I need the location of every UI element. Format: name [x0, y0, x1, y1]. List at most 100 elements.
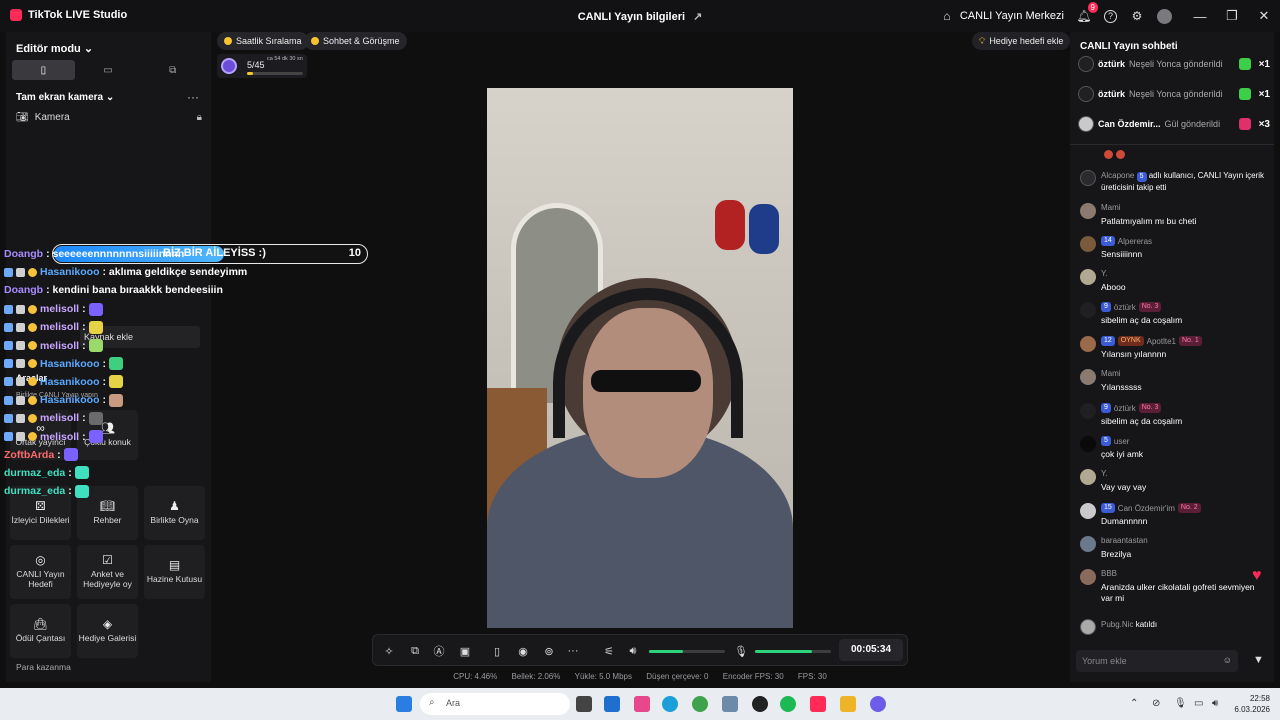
chat-username[interactable]: BBB [1101, 569, 1117, 578]
screen-icon[interactable]: ▣ [457, 643, 473, 659]
task-view-icon[interactable] [576, 696, 592, 712]
overlay-chat-line: melisoll: [4, 339, 103, 352]
discord-icon[interactable] [870, 696, 886, 712]
spotify-icon[interactable] [780, 696, 796, 712]
comment-input[interactable]: Yorum ekle ☺ [1076, 650, 1238, 672]
level-badge: 9 [1101, 302, 1111, 312]
landscape-option[interactable]: ▭ [77, 60, 140, 80]
speaker-icon[interactable]: 🔊︎ [625, 643, 641, 659]
more-icon[interactable]: ··· [565, 643, 581, 659]
chat-username[interactable]: Alcapone [1101, 171, 1134, 180]
gift-goal-chip[interactable]: 💡︎ Hediye hedefi ekle [972, 32, 1071, 50]
microphone-icon[interactable]: 🎙︎ [733, 643, 749, 659]
chat-username[interactable]: Mami [1101, 369, 1121, 378]
chat-username[interactable]: baraantastan [1101, 536, 1148, 545]
share-icon[interactable]: ↗ [693, 11, 702, 23]
system-clock[interactable]: 22:58 6.03.2026 [1234, 693, 1270, 715]
chrome-icon[interactable] [692, 696, 708, 712]
settings-app-icon[interactable] [722, 696, 738, 712]
speaker-volume-slider[interactable] [649, 650, 725, 653]
overlay-username: Hasanikooo [40, 375, 100, 388]
overlay-chat-line: durmaz_eda: [4, 484, 89, 498]
chat-username[interactable]: Can Özdemir'im [1118, 504, 1175, 513]
portrait-option[interactable]: ▯ [12, 60, 75, 80]
start-icon[interactable] [396, 696, 412, 712]
overlay-chat-line: melisoll: [4, 302, 103, 316]
capture-icon[interactable]: ⊚ [541, 643, 557, 659]
editor-mode-dropdown[interactable]: Editör modu ⌄ [16, 42, 93, 55]
banner-count: 10 [348, 247, 361, 259]
outlook-icon[interactable] [604, 696, 620, 712]
effects-icon[interactable]: ⧉ [407, 643, 423, 659]
source-camera[interactable]: 📷︎ Kamera 🔒︎ [16, 112, 202, 123]
preview-sunglasses [591, 370, 701, 392]
user-badge-icon [28, 359, 37, 369]
minimize-button[interactable]: — [1184, 0, 1216, 32]
windows-taskbar: ⌕ Ara ⌃ ⊘ 🎙︎ ▭ 🔊︎ 22:58 6.03.2026 [0, 688, 1280, 720]
tool-button[interactable]: ◈ Hediye Galerisi [77, 604, 138, 658]
hourly-ranking-chip[interactable]: Saatlik Sıralama [217, 32, 309, 50]
volume-icon[interactable]: 🔊︎ [1212, 698, 1218, 709]
dual-option[interactable]: ⧉ [141, 60, 204, 80]
mic-volume-slider[interactable] [755, 650, 831, 653]
maximize-button[interactable]: ❐ [1216, 0, 1248, 32]
profile-button[interactable] [1157, 8, 1172, 24]
tool-label: CANLI Yayın Hedefi [16, 569, 65, 589]
tool-button[interactable]: ▤ Hazine Kutusu [144, 545, 205, 599]
tiktok-app-icon[interactable] [810, 696, 826, 712]
magic-wand-icon[interactable]: ✧ [381, 643, 397, 659]
copilot-icon[interactable] [634, 696, 650, 712]
network-icon[interactable]: ⊘ [1152, 698, 1160, 709]
chat-username[interactable]: Y. [1101, 469, 1108, 478]
gift-gallery-icon: ◈ [102, 617, 113, 631]
more-options-icon[interactable]: ··· [187, 90, 199, 104]
chat-username[interactable]: Pubg.Nic [1101, 620, 1133, 629]
hourly-ranking-label: Saatlik Sıralama [236, 36, 302, 46]
lock-icon[interactable]: 🔒︎ [197, 112, 202, 123]
display-icon[interactable]: ▭ [1194, 698, 1203, 709]
github-icon[interactable] [752, 696, 768, 712]
chat-username[interactable]: Mami [1101, 203, 1121, 212]
overlay-username: durmaz_eda [4, 485, 66, 498]
mixer-icon[interactable]: ⚟ [601, 643, 617, 659]
ai-icon[interactable]: Ⓐ [431, 643, 447, 659]
tool-button[interactable]: 👜︎ Ödül Çantası [10, 604, 71, 658]
filter-icon[interactable]: ▼ [1253, 654, 1264, 666]
chat-username[interactable]: öztürk [1114, 404, 1136, 413]
live-info-label[interactable]: CANLI Yayın bilgileri [578, 11, 685, 23]
gift-multiplier: ×1 [1258, 58, 1270, 70]
chat-username[interactable]: Y. [1101, 269, 1108, 278]
file-explorer-icon[interactable] [840, 696, 856, 712]
emoji-icon[interactable]: ☺ [1223, 655, 1232, 665]
overlay-message: : [82, 303, 86, 316]
record-icon[interactable]: ◉ [515, 643, 531, 659]
trophy-icon [224, 37, 232, 45]
live-timer: 00:05:34 [839, 639, 903, 661]
tool-label: Hediye Galerisi [78, 633, 137, 643]
user-badge-icon [28, 322, 37, 332]
chat-username[interactable]: Apotlte1 [1147, 337, 1176, 346]
settings-button[interactable]: ⚙ [1129, 8, 1145, 24]
chat-username[interactable]: user [1114, 437, 1130, 446]
notification-button[interactable]: 🔔︎ 9 [1076, 2, 1098, 24]
sticker-icon [109, 357, 124, 371]
user-badge-icon [28, 267, 37, 277]
chat-username[interactable]: Alpereras [1118, 237, 1152, 246]
mic-tray-icon[interactable]: 🎙︎ [1174, 698, 1187, 709]
tool-button[interactable]: ☑ Anket ve Hediyeyle oy [77, 545, 138, 599]
chat-call-chip[interactable]: Sohbet & Görüşme [304, 32, 407, 50]
tray-chevron-icon[interactable]: ⌃ [1130, 698, 1138, 709]
live-goal-widget[interactable]: 5/45 ca 54 dk 30 sn [217, 54, 307, 78]
phone-icon[interactable]: ▯ [489, 643, 505, 659]
help-button[interactable]: ? [1104, 9, 1117, 23]
live-center-button[interactable]: ⌂ CANLI Yayın Merkezi [939, 8, 1064, 24]
scene-dropdown[interactable]: Tam ekran kamera ⌄ [16, 92, 114, 103]
taskbar-search[interactable]: ⌕ Ara [420, 693, 570, 715]
tool-button[interactable]: ◎ CANLI Yayın Hedefi [10, 545, 71, 599]
gift-row: öztürk Neşeli Yonca gönderildi ×1 [1078, 86, 1270, 102]
chat-username[interactable]: öztürk [1114, 303, 1136, 312]
user-badge-icon [28, 304, 37, 314]
close-button[interactable]: ✕ [1248, 0, 1280, 32]
overlay-username: Hasanikooo [40, 357, 100, 370]
edge-icon[interactable] [662, 696, 678, 712]
